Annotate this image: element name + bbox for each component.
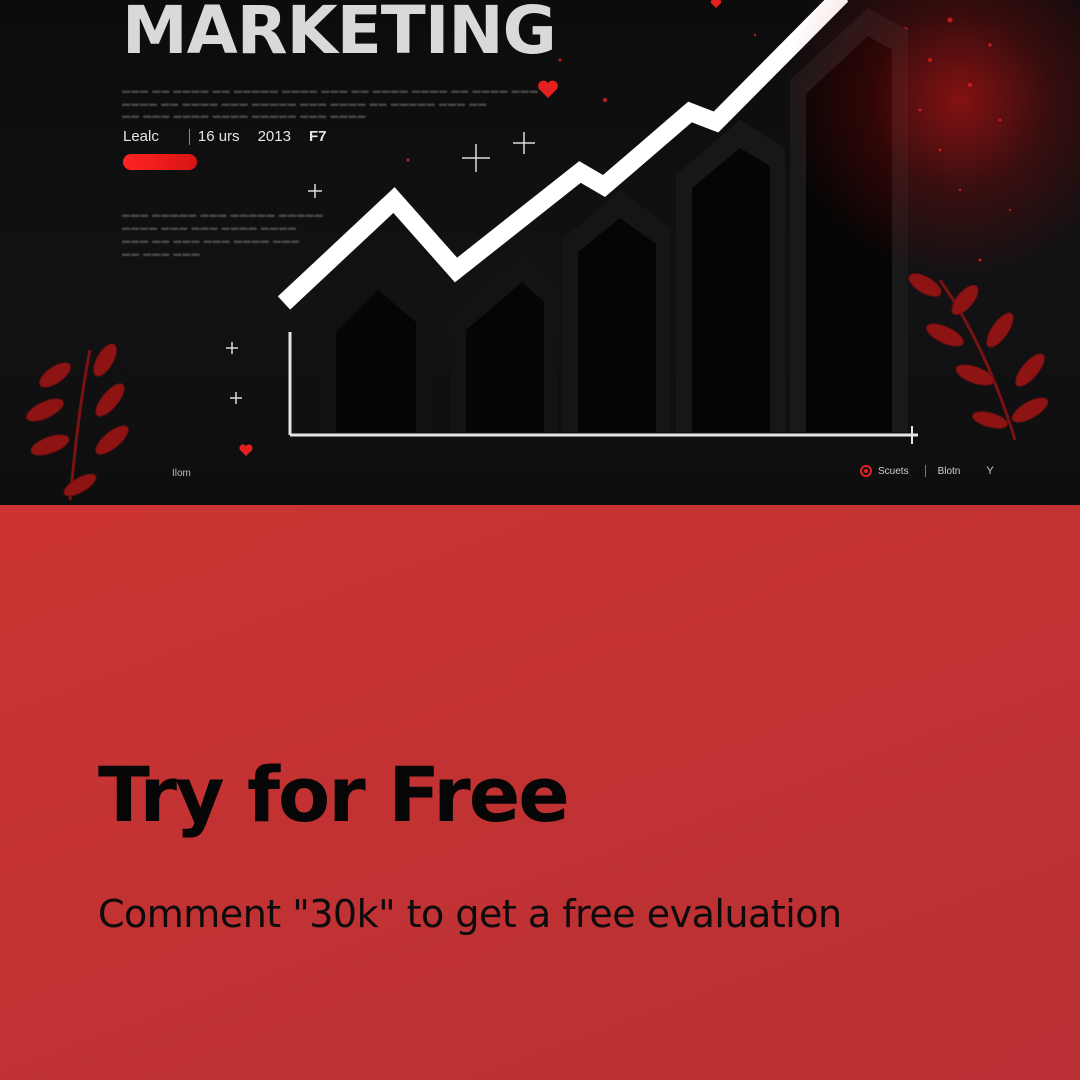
- decorative-text-line: ▬▬ ▬▬▬ ▬▬▬▬ ▬▬▬▬ ▬▬▬▬▬ ▬▬▬ ▬▬▬▬: [122, 111, 367, 120]
- meta-year: 2013: [257, 128, 291, 145]
- decorative-text-line: ▬▬▬ ▬▬ ▬▬▬▬ ▬▬ ▬▬▬▬▬ ▬▬▬▬ ▬▬▬ ▬▬ ▬▬▬▬ ▬▬…: [122, 86, 539, 95]
- meta-duration: 16 urs: [197, 128, 240, 145]
- meta-code: F7: [308, 128, 327, 145]
- footer-right-controls: Scuets Blotn Y: [860, 465, 994, 477]
- leaf-branch-icon-right: [908, 273, 1049, 441]
- divider: [188, 128, 190, 145]
- chart-bar-2: [450, 254, 558, 432]
- footer-link-1[interactable]: Scuets: [878, 466, 909, 477]
- cta-subtitle: Comment "30k" to get a free evaluation: [98, 892, 842, 936]
- divider: [924, 465, 926, 477]
- cta-title: Try for Free: [98, 750, 570, 839]
- sparkle-icon: [308, 184, 322, 198]
- decorative-text-line: ▬▬▬▬ ▬▬▬ ▬▬▬ ▬▬▬▬ ▬▬▬▬: [122, 223, 297, 232]
- sparkle-icon: [513, 132, 535, 154]
- heart-icon: [538, 80, 558, 98]
- meta-row: Lealc 16 urs 2013 F7: [123, 128, 344, 145]
- heart-icon: [710, 0, 722, 8]
- chevron-down-icon[interactable]: Y: [986, 465, 993, 477]
- hero-title: MARKETING: [122, 0, 557, 69]
- decorative-text-line: ▬▬▬ ▬▬▬▬▬ ▬▬▬ ▬▬▬▬▬ ▬▬▬▬▬: [122, 210, 324, 219]
- record-icon[interactable]: [860, 465, 872, 477]
- footer-link-2[interactable]: Blotn: [938, 466, 961, 477]
- decorative-text-line: ▬▬▬▬ ▬▬ ▬▬▬▬ ▬▬▬ ▬▬▬▬▬ ▬▬▬ ▬▬▬▬ ▬▬ ▬▬▬▬▬…: [122, 99, 488, 108]
- decorative-text-line: ▬▬ ▬▬▬ ▬▬▬: [122, 249, 201, 258]
- chart-bar-1: [320, 262, 430, 432]
- chart-bar-5: [790, 8, 908, 432]
- sparkle-icon: [230, 392, 242, 404]
- sparkle-icon: [226, 342, 238, 354]
- chart-bar-4: [676, 120, 785, 432]
- hero-banner: MARKETING ▬▬▬ ▬▬ ▬▬▬▬ ▬▬ ▬▬▬▬▬ ▬▬▬▬ ▬▬▬ …: [0, 0, 1080, 505]
- heart-icon: [239, 444, 253, 456]
- footer-left-label: Ilom: [172, 468, 191, 479]
- leaf-branch-icon-left: [26, 343, 129, 501]
- decorative-text-line: ▬▬▬ ▬▬ ▬▬▬ ▬▬▬ ▬▬▬▬ ▬▬▬: [122, 236, 301, 245]
- cta-panel: Try for Free Comment "30k" to get a free…: [0, 505, 1080, 1080]
- red-pill-button[interactable]: [123, 154, 197, 170]
- chart-bar-3: [562, 190, 670, 432]
- sparkle-icon: [462, 144, 490, 172]
- meta-label: Lealc: [123, 128, 159, 145]
